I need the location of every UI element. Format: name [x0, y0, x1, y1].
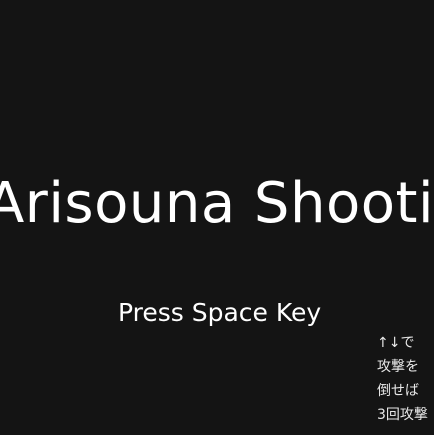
title-screen[interactable]: Arisouna Shooting Press Space Key ↑↓で 攻撃…: [0, 0, 434, 435]
instructions-panel: ↑↓で 攻撃を 倒せば 3回攻撃: [377, 331, 434, 427]
instruction-line: 3回攻撃: [377, 407, 428, 423]
press-space-prompt: Press Space Key: [118, 298, 322, 327]
instruction-line: ↑↓で: [377, 335, 415, 351]
instruction-line: 攻撃を: [377, 359, 419, 375]
game-title: Arisouna Shooting: [0, 171, 434, 236]
instruction-line: 倒せば: [377, 383, 419, 399]
